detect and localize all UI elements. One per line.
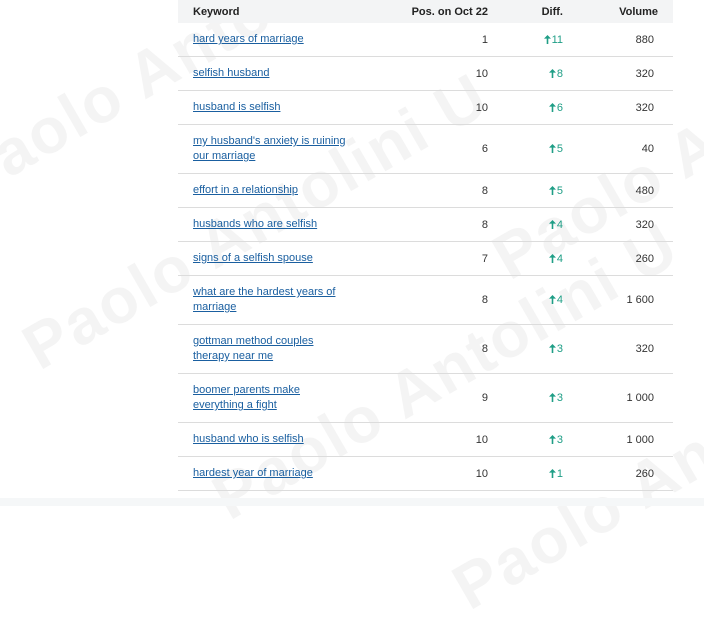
arrow-up-icon <box>548 434 556 444</box>
table-row: husbands who are selfish 8 4 320 <box>178 207 673 242</box>
diff-number: 1 <box>556 467 563 480</box>
position-value: 10 <box>475 67 488 80</box>
diff-number: 4 <box>556 294 563 306</box>
diff-value: 5 <box>548 143 563 155</box>
volume-value: 260 <box>635 252 654 265</box>
position-value: 8 <box>481 343 488 355</box>
arrow-up-icon <box>548 295 556 304</box>
diff-value: 4 <box>548 218 563 231</box>
arrow-up-icon <box>548 102 556 112</box>
keyword-link[interactable]: husband is selfish <box>193 100 280 115</box>
keyword-link[interactable]: hardest year of marriage <box>193 466 313 481</box>
arrow-up-icon <box>548 144 556 153</box>
table-row: husband who is selfish 10 3 1 000 <box>178 422 673 457</box>
diff-value: 3 <box>548 343 563 355</box>
diff-value: 3 <box>548 392 563 404</box>
column-header-volume[interactable]: Volume <box>576 0 673 23</box>
keyword-link[interactable]: signs of a selfish spouse <box>193 251 313 266</box>
arrow-up-icon <box>548 468 556 478</box>
arrow-up-icon <box>543 34 551 44</box>
position-value: 8 <box>481 294 488 306</box>
volume-value: 1 600 <box>626 294 654 306</box>
keyword-link[interactable]: hard years of marriage <box>193 32 304 47</box>
table-row: signs of a selfish spouse 7 4 260 <box>178 241 673 276</box>
diff-number: 5 <box>556 184 563 197</box>
volume-value: 480 <box>635 184 654 197</box>
bottom-band <box>0 498 704 506</box>
diff-value: 1 <box>548 467 563 480</box>
volume-value: 320 <box>635 67 654 80</box>
position-value: 8 <box>481 184 488 197</box>
arrow-up-icon <box>548 253 556 263</box>
diff-value: 8 <box>548 67 563 80</box>
diff-value: 6 <box>548 101 563 114</box>
position-value: 10 <box>475 467 488 480</box>
keyword-link[interactable]: what are the hardest years of marriage <box>193 285 353 315</box>
volume-value: 320 <box>635 101 654 114</box>
table-row: selfish husband 10 8 320 <box>178 56 673 91</box>
table-row: gottman method couples therapy near me 8… <box>178 324 673 374</box>
arrow-up-icon <box>548 185 556 195</box>
table-row: what are the hardest years of marriage 8… <box>178 275 673 325</box>
diff-number: 11 <box>551 33 563 46</box>
diff-value: 4 <box>548 252 563 265</box>
diff-number: 3 <box>556 433 563 446</box>
volume-value: 880 <box>635 33 654 46</box>
position-value: 7 <box>481 252 488 265</box>
column-header-position[interactable]: Pos. on Oct 22 <box>373 0 490 23</box>
position-value: 10 <box>475 433 488 446</box>
diff-value: 11 <box>543 33 563 46</box>
arrow-up-icon <box>548 344 556 353</box>
keyword-link[interactable]: effort in a relationship <box>193 183 298 198</box>
table-row: hardest year of marriage 10 1 260 <box>178 456 673 491</box>
table-row: hard years of marriage 1 11 880 <box>178 23 673 57</box>
volume-value: 1 000 <box>626 392 654 404</box>
position-value: 6 <box>481 143 488 155</box>
keyword-link[interactable]: boomer parents make everything a fight <box>193 383 353 413</box>
table-row: boomer parents make everything a fight 9… <box>178 373 673 423</box>
position-value: 1 <box>481 33 488 46</box>
keyword-link[interactable]: gottman method couples therapy near me <box>193 334 353 364</box>
diff-number: 5 <box>556 143 563 155</box>
arrow-up-icon <box>548 219 556 229</box>
diff-number: 3 <box>556 343 563 355</box>
table-row: husband is selfish 10 6 320 <box>178 90 673 125</box>
arrow-up-icon <box>548 68 556 78</box>
keyword-table-container: Keyword Pos. on Oct 22 Diff. Volume hard… <box>178 0 673 491</box>
volume-value: 260 <box>635 467 654 480</box>
keyword-link[interactable]: husband who is selfish <box>193 432 304 447</box>
arrow-up-icon <box>548 393 556 402</box>
diff-value: 4 <box>548 294 563 306</box>
diff-value: 3 <box>548 433 563 446</box>
column-header-diff[interactable]: Diff. <box>490 0 576 23</box>
diff-number: 8 <box>556 67 563 80</box>
diff-number: 4 <box>556 218 563 231</box>
volume-value: 1 000 <box>626 433 654 446</box>
diff-number: 6 <box>556 101 563 114</box>
column-header-keyword[interactable]: Keyword <box>178 0 373 23</box>
keyword-table: Keyword Pos. on Oct 22 Diff. Volume hard… <box>178 0 673 491</box>
keyword-link[interactable]: husbands who are selfish <box>193 217 317 232</box>
table-header-row: Keyword Pos. on Oct 22 Diff. Volume <box>178 0 673 23</box>
position-value: 9 <box>481 392 488 404</box>
volume-value: 40 <box>641 143 654 155</box>
table-row: effort in a relationship 8 5 480 <box>178 173 673 208</box>
volume-value: 320 <box>635 218 654 231</box>
keyword-link[interactable]: my husband's anxiety is ruining our marr… <box>193 134 353 164</box>
table-row: my husband's anxiety is ruining our marr… <box>178 124 673 174</box>
keyword-link[interactable]: selfish husband <box>193 66 269 81</box>
diff-number: 4 <box>556 252 563 265</box>
diff-value: 5 <box>548 184 563 197</box>
volume-value: 320 <box>635 343 654 355</box>
diff-number: 3 <box>556 392 563 404</box>
position-value: 10 <box>475 101 488 114</box>
position-value: 8 <box>481 218 488 231</box>
